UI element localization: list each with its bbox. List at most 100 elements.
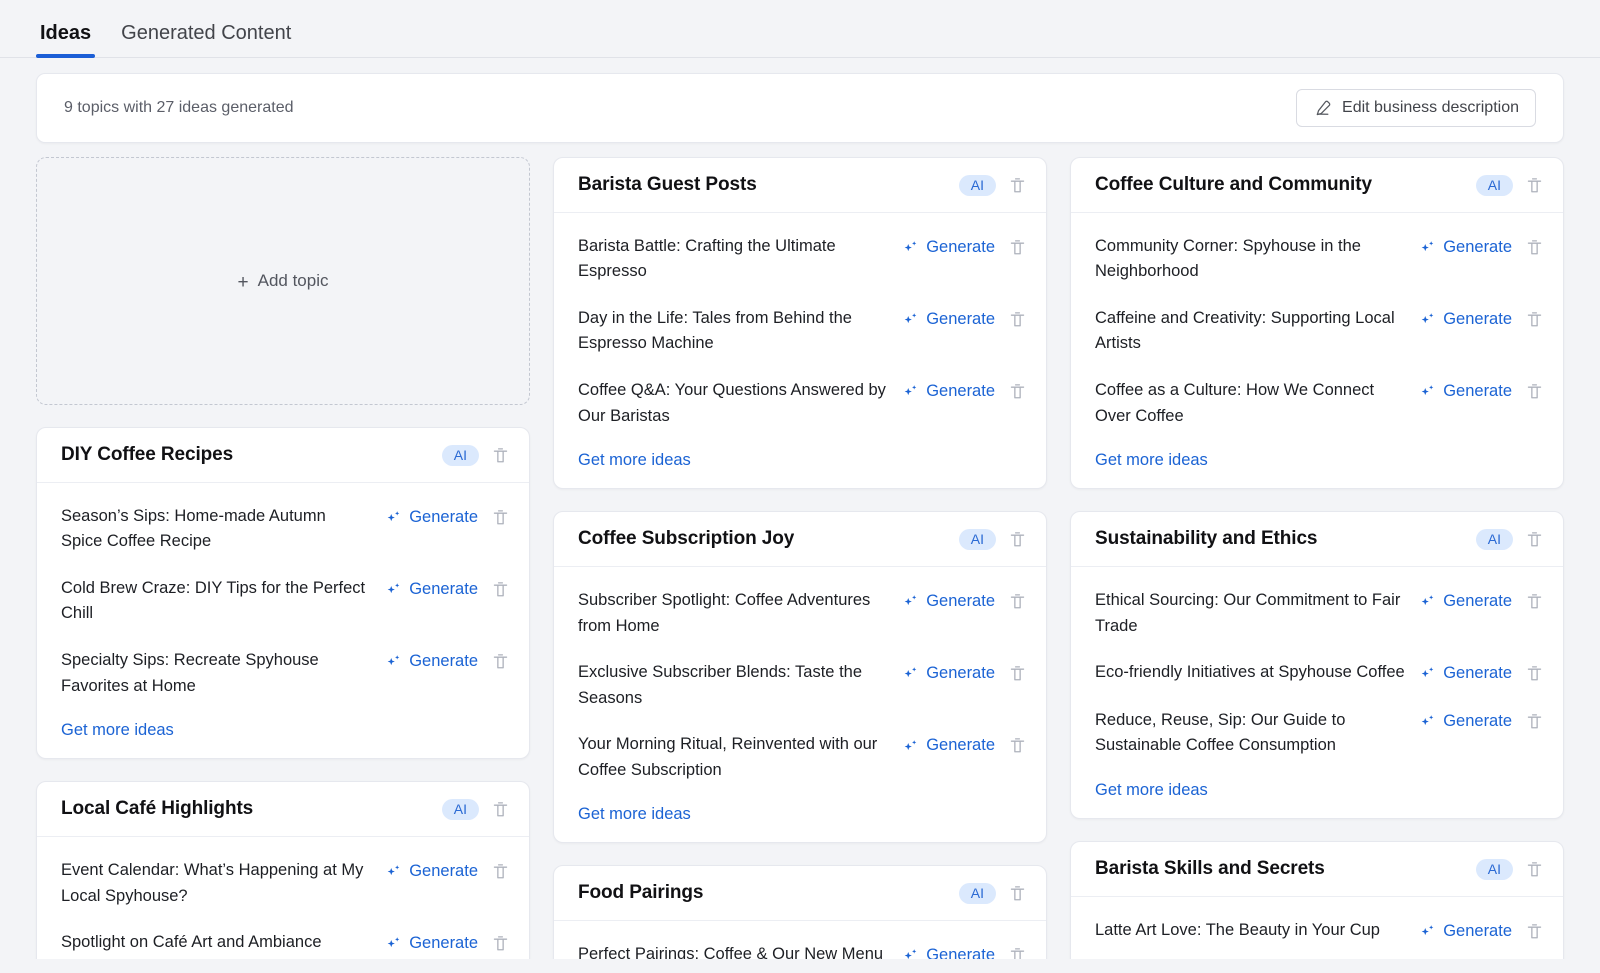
generate-label: Generate [409, 507, 478, 526]
generate-button[interactable]: Generate [385, 858, 478, 885]
idea-row: Reduce, Reuse, Sip: Our Guide to Sustain… [1095, 697, 1543, 769]
get-more-ideas-link[interactable]: Get more ideas [61, 721, 174, 740]
idea-row: Ethical Sourcing: Our Commitment to Fair… [1095, 577, 1543, 649]
idea-text: Subscriber Spotlight: Coffee Adventures … [578, 590, 871, 635]
delete-idea-button[interactable] [1526, 660, 1543, 683]
delete-topic-button[interactable] [492, 446, 509, 465]
idea-row: Coffee Q&A: Your Questions Answered by O… [578, 367, 1026, 439]
delete-topic-button[interactable] [1526, 860, 1543, 879]
tab-generated-content[interactable]: Generated Content [117, 23, 295, 57]
topic-card-body: Subscriber Spotlight: Coffee Adventures … [554, 567, 1046, 842]
generate-button[interactable]: Generate [385, 648, 478, 675]
delete-idea-button[interactable] [492, 648, 509, 671]
delete-idea-button[interactable] [1526, 708, 1543, 731]
delete-idea-button[interactable] [1009, 588, 1026, 611]
idea-text: Latte Art Love: The Beauty in Your Cup [1095, 920, 1380, 939]
delete-idea-button[interactable] [1526, 918, 1543, 941]
idea-text: Event Calendar: What’s Happening at My L… [61, 860, 364, 905]
generate-button[interactable]: Generate [902, 660, 995, 687]
ai-badge: AI [958, 883, 996, 905]
ai-badge: AI [958, 529, 996, 551]
generate-button[interactable]: Generate [1419, 378, 1512, 405]
topic-card: Coffee Culture and Community AI Communit… [1070, 157, 1564, 490]
generate-label: Generate [926, 309, 995, 328]
delete-idea-button[interactable] [1009, 732, 1026, 755]
delete-idea-button[interactable] [1009, 378, 1026, 401]
generate-button[interactable]: Generate [902, 588, 995, 615]
delete-topic-button[interactable] [492, 800, 509, 819]
idea-row: Day in the Life: Tales from Behind the E… [578, 295, 1026, 367]
delete-idea-button[interactable] [492, 858, 509, 881]
topic-card-header: Local Café Highlights AI [37, 782, 529, 837]
generate-button[interactable]: Generate [902, 732, 995, 759]
get-more-ideas-link[interactable]: Get more ideas [1095, 781, 1208, 800]
board-column-3: Coffee Culture and Community AI Communit… [1070, 157, 1564, 959]
get-more-ideas-link[interactable]: Get more ideas [1095, 451, 1208, 470]
delete-idea-button[interactable] [1009, 660, 1026, 683]
generate-button[interactable]: Generate [1419, 708, 1512, 735]
get-more-ideas-link[interactable]: Get more ideas [578, 451, 691, 470]
generate-button[interactable]: Generate [1419, 588, 1512, 615]
topic-title: Local Café Highlights [61, 798, 254, 820]
topic-title: Barista Guest Posts [578, 174, 757, 195]
topics-summary-text: 9 topics with 27 ideas generated [64, 99, 294, 116]
topic-card-body: Barista Battle: Crafting the Ultimate Es… [554, 213, 1046, 488]
idea-row: Caffeine and Creativity: Supporting Loca… [1095, 295, 1543, 367]
topic-card-body: Season’s Sips: Home-made Autumn Spice Co… [37, 483, 529, 758]
delete-topic-button[interactable] [1009, 884, 1026, 903]
delete-idea-button[interactable] [492, 930, 509, 953]
delete-idea-button[interactable] [1526, 588, 1543, 611]
topic-card-actions: AI [1475, 174, 1543, 196]
delete-idea-button[interactable] [1526, 378, 1543, 401]
generate-button[interactable]: Generate [902, 942, 995, 959]
delete-topic-button[interactable] [1526, 176, 1543, 195]
generate-button[interactable]: Generate [902, 306, 995, 333]
generate-label: Generate [926, 382, 995, 401]
topic-card-header: Coffee Subscription Joy AI [554, 512, 1046, 567]
generate-button[interactable]: Generate [1419, 660, 1512, 687]
topic-card-header: Barista Skills and Secrets AI [1071, 842, 1563, 897]
idea-text: Eco-friendly Initiatives at Spyhouse Cof… [1095, 663, 1405, 682]
delete-idea-button[interactable] [1009, 234, 1026, 257]
generate-button[interactable]: Generate [1419, 234, 1512, 261]
topic-title: Coffee Culture and Community [1095, 174, 1372, 195]
delete-idea-button[interactable] [492, 576, 509, 599]
tab-ideas[interactable]: Ideas [36, 23, 96, 58]
topic-card: Coffee Subscription Joy AI Subscriber Sp… [553, 511, 1047, 844]
idea-text: Spotlight on Café Art and Ambiance [61, 933, 322, 952]
generate-button[interactable]: Generate [385, 930, 478, 957]
ai-badge: AI [441, 444, 479, 466]
idea-row: Subscriber Spotlight: Coffee Adventures … [578, 577, 1026, 649]
delete-idea-button[interactable] [1526, 234, 1543, 257]
get-more-ideas-link[interactable]: Get more ideas [578, 805, 691, 824]
add-topic-button[interactable]: + Add topic [36, 157, 530, 405]
generate-button[interactable]: Generate [385, 504, 478, 531]
delete-topic-button[interactable] [1009, 530, 1026, 549]
delete-idea-button[interactable] [492, 504, 509, 527]
topic-card-actions: AI [1475, 858, 1543, 880]
delete-topic-button[interactable] [1526, 530, 1543, 549]
topic-card-header: Barista Guest Posts AI [554, 158, 1046, 213]
delete-idea-button[interactable] [1009, 942, 1026, 959]
topic-card-actions: AI [958, 174, 1026, 196]
edit-business-description-button[interactable]: Edit business description [1296, 89, 1536, 127]
delete-idea-button[interactable] [1009, 306, 1026, 329]
topic-card-actions: AI [1475, 529, 1543, 551]
idea-text: Community Corner: Spyhouse in the Neighb… [1095, 236, 1361, 281]
idea-row: Event Calendar: What’s Happening at My L… [61, 847, 509, 919]
generate-button[interactable]: Generate [902, 378, 995, 405]
topic-card: Barista Guest Posts AI Barista Battle: C… [553, 157, 1047, 490]
generate-button[interactable]: Generate [902, 234, 995, 261]
generate-button[interactable]: Generate [385, 576, 478, 603]
generate-button[interactable]: Generate [1419, 306, 1512, 333]
delete-topic-button[interactable] [1009, 176, 1026, 195]
generate-button[interactable]: Generate [1419, 918, 1512, 945]
generate-label: Generate [926, 946, 995, 959]
topic-card-body: Ethical Sourcing: Our Commitment to Fair… [1071, 567, 1563, 818]
idea-row: Season’s Sips: Home-made Autumn Spice Co… [61, 493, 509, 565]
topic-card: Sustainability and Ethics AI Ethical Sou… [1070, 511, 1564, 819]
ai-badge: AI [441, 799, 479, 821]
tab-bar: Ideas Generated Content [0, 0, 1600, 58]
delete-idea-button[interactable] [1526, 306, 1543, 329]
topic-card-body: Event Calendar: What’s Happening at My L… [37, 837, 529, 959]
